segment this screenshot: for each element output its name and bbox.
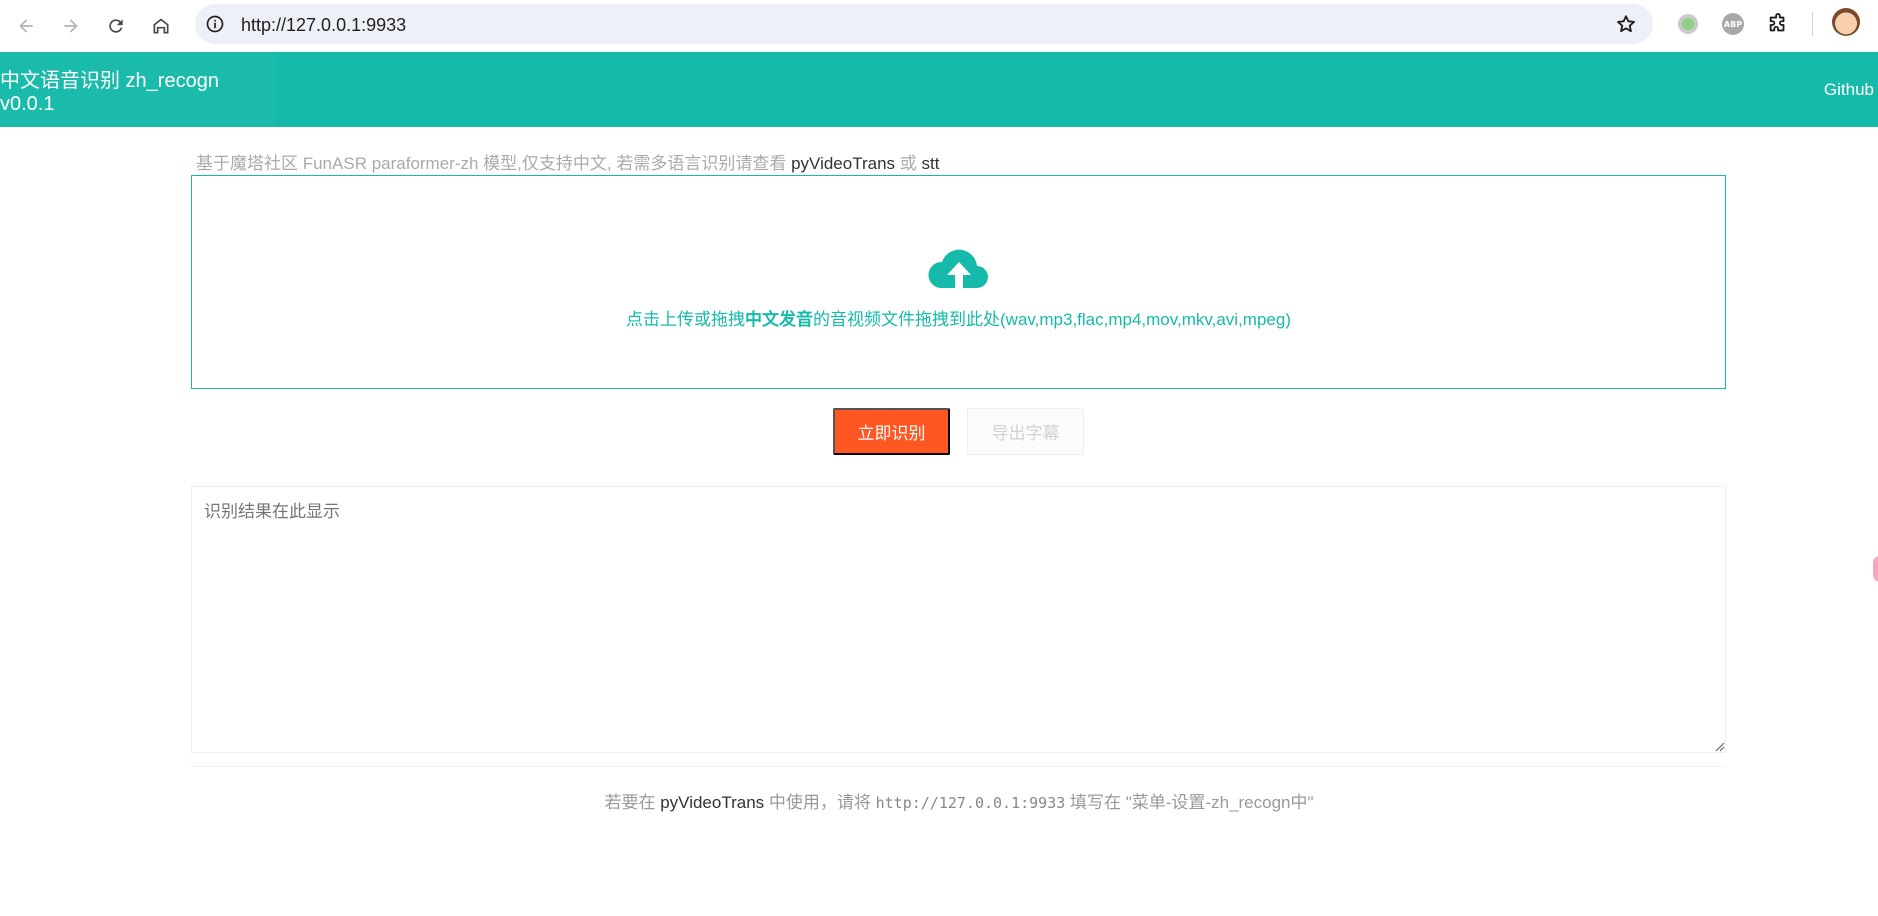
upload-dropzone[interactable]: 点击上传或拖拽中文发音的音视频文件拖拽到此处(wav,mp3,flac,mp4,… bbox=[191, 175, 1726, 389]
export-subtitles-button[interactable]: 导出字幕 bbox=[967, 408, 1084, 455]
stt-link[interactable]: stt bbox=[921, 154, 939, 173]
intro-text: 基于魔塔社区 FunASR paraformer-zh 模型,仅支持中文, 若需… bbox=[196, 149, 939, 174]
resize-handle-icon[interactable] bbox=[1713, 740, 1725, 752]
url-text[interactable]: http://127.0.0.1:9933 bbox=[241, 15, 406, 36]
extension-status-icon[interactable] bbox=[1676, 12, 1700, 36]
forward-button[interactable] bbox=[53, 8, 89, 44]
app-header: 中文语音识别 zh_recogn v0.0.1 Github bbox=[0, 52, 1878, 127]
reload-icon bbox=[109, 19, 123, 33]
info-icon[interactable] bbox=[205, 14, 225, 34]
arrow-left-icon bbox=[19, 19, 33, 33]
side-float-button[interactable] bbox=[1873, 556, 1878, 582]
intro-prefix: 基于魔塔社区 FunASR paraformer-zh 模型,仅支持中文, 若需… bbox=[196, 154, 792, 173]
profile-avatar[interactable] bbox=[1832, 8, 1860, 36]
footer-url-code: http://127.0.0.1:9933 bbox=[875, 794, 1066, 812]
upload-instructions: 点击上传或拖拽中文发音的音视频文件拖拽到此处(wav,mp3,flac,mp4,… bbox=[626, 310, 1291, 329]
address-bar[interactable]: http://127.0.0.1:9933 bbox=[195, 4, 1653, 44]
cloud-upload-icon bbox=[928, 249, 988, 288]
divider bbox=[191, 766, 1726, 767]
app-title[interactable]: 中文语音识别 zh_recogn v0.0.1 bbox=[0, 52, 278, 127]
github-link[interactable]: Github bbox=[1824, 52, 1874, 127]
toolbar-separator bbox=[1812, 12, 1813, 36]
home-button[interactable] bbox=[143, 8, 179, 44]
star-icon[interactable] bbox=[1615, 13, 1637, 35]
back-button[interactable] bbox=[8, 8, 44, 44]
result-textarea[interactable] bbox=[191, 486, 1726, 753]
adblock-icon[interactable]: ABP bbox=[1721, 12, 1745, 36]
footer-pyvideotrans-link[interactable]: pyVideoTrans bbox=[660, 793, 764, 812]
intro-middle: 或 bbox=[895, 154, 922, 173]
pyvideotrans-link[interactable]: pyVideoTrans bbox=[791, 154, 895, 173]
footer-note: 若要在 pyVideoTrans 中使用，请将 http://127.0.0.1… bbox=[604, 793, 1314, 812]
browser-toolbar: http://127.0.0.1:9933 ABP bbox=[0, 0, 1878, 52]
arrow-right-icon bbox=[64, 19, 78, 33]
recognize-button[interactable]: 立即识别 bbox=[833, 408, 950, 455]
home-icon bbox=[153, 18, 169, 34]
reload-button[interactable] bbox=[98, 8, 134, 44]
extensions-puzzle-icon[interactable] bbox=[1766, 12, 1790, 36]
